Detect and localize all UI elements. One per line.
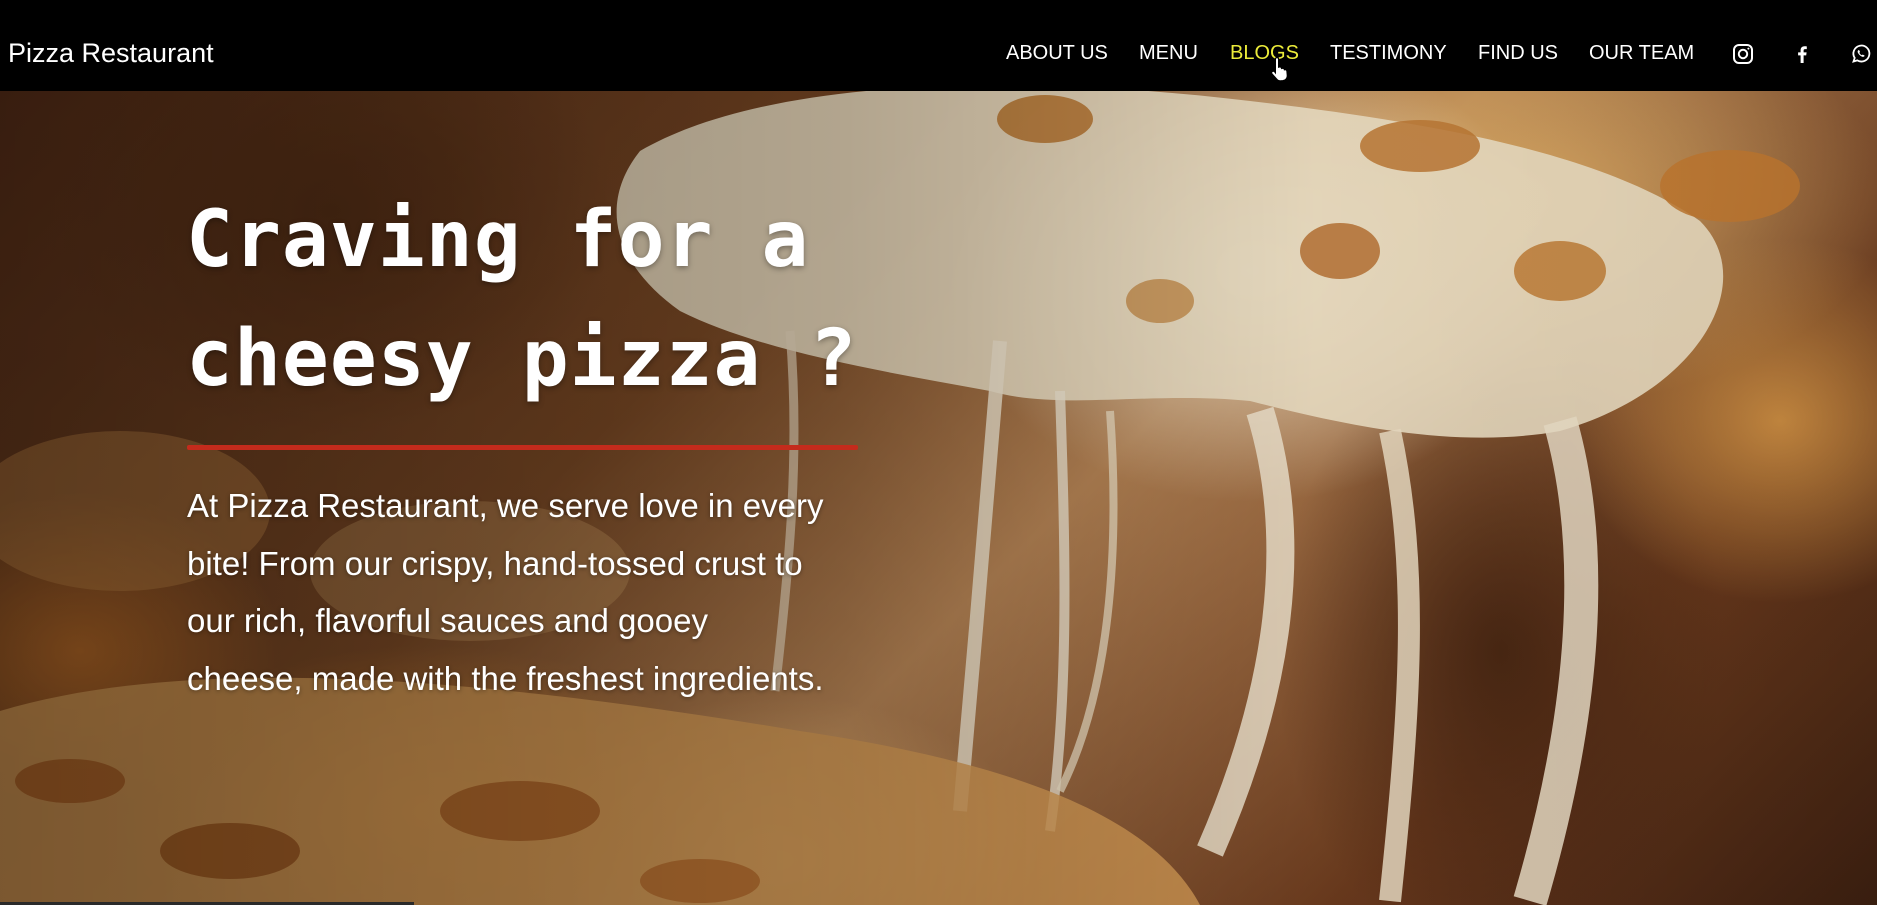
nav-link-blogs[interactable]: BLOGS [1230, 40, 1299, 66]
nav-link-find-us[interactable]: FIND US [1478, 40, 1558, 66]
instagram-icon[interactable] [1731, 42, 1755, 66]
navbar: Pizza Restaurant ABOUT US MENU BLOGS TES… [0, 0, 1877, 91]
hero-heading-line-2: cheesy pizza ? [186, 314, 858, 404]
nav-link-about-us[interactable]: ABOUT US [1006, 40, 1108, 66]
facebook-icon[interactable] [1790, 42, 1814, 66]
brand-logo-text[interactable]: Pizza Restaurant [8, 36, 214, 70]
hero-heading: Craving for a cheesy pizza ? [186, 181, 1086, 419]
heading-underline [187, 445, 858, 450]
nav-link-testimony[interactable]: TESTIMONY [1330, 40, 1447, 66]
nav-link-our-team[interactable]: OUR TEAM [1589, 40, 1694, 66]
hero-description: At Pizza Restaurant, we serve love in ev… [187, 487, 824, 697]
hero-heading-line-1: Craving for a [186, 195, 810, 285]
whatsapp-icon[interactable] [1849, 42, 1873, 66]
hero-section: Craving for a cheesy pizza ? At Pizza Re… [0, 91, 1877, 905]
nav-link-menu[interactable]: MENU [1139, 40, 1198, 66]
